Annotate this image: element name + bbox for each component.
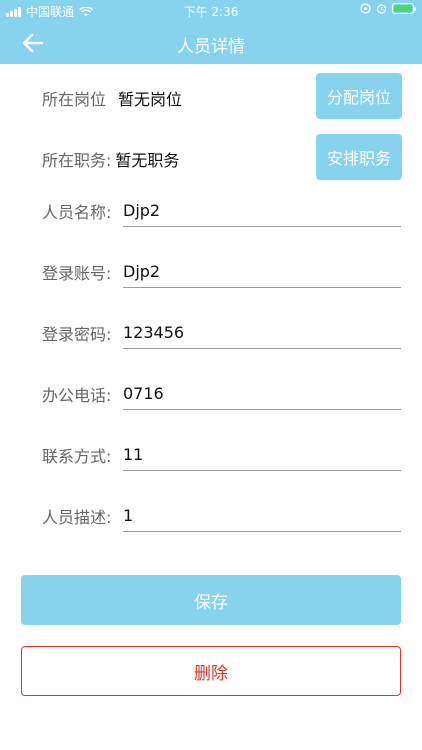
app-header: 中国联通 下午 2:36 人员详情 (0, 0, 422, 64)
alarm-icon (376, 4, 387, 14)
account-label: 登录账号: (42, 264, 112, 283)
name-row: 人员名称: (42, 187, 402, 227)
name-input[interactable] (123, 187, 401, 227)
description-input[interactable] (123, 492, 401, 532)
office-phone-input[interactable] (123, 370, 401, 410)
office-phone-row: 办公电话: (42, 370, 402, 410)
office-phone-label: 办公电话: (42, 386, 112, 405)
account-row: 登录账号: (42, 248, 402, 288)
contact-row: 联系方式: (42, 431, 402, 471)
status-time: 下午 2:36 (183, 5, 239, 19)
account-input[interactable] (123, 248, 401, 288)
name-label: 人员名称: (42, 203, 112, 222)
duty-label: 所在职务: (42, 151, 112, 170)
description-row: 人员描述: (42, 492, 402, 532)
arrange-duty-button[interactable]: 安排职务 (316, 134, 402, 180)
position-label: 所在岗位 (42, 90, 107, 109)
battery-icon (392, 3, 416, 14)
page-title: 人员详情 (177, 37, 245, 57)
contact-label: 联系方式: (42, 447, 112, 466)
rotation-lock-icon (360, 3, 371, 14)
password-label: 登录密码: (42, 325, 112, 344)
status-bar: 中国联通 下午 2:36 (0, 0, 422, 22)
delete-button[interactable]: 删除 (21, 646, 401, 696)
position-row: 所在岗位 暂无岗位 分配岗位 (42, 73, 402, 123)
assign-position-button[interactable]: 分配岗位 (316, 73, 402, 119)
duty-row: 所在职务: 暂无职务 安排职务 (42, 134, 402, 184)
status-bar-right (360, 3, 416, 14)
contact-input[interactable] (123, 431, 401, 471)
password-input[interactable] (123, 309, 401, 349)
password-row: 登录密码: (42, 309, 402, 349)
save-button[interactable]: 保存 (21, 575, 401, 625)
description-label: 人员描述: (42, 508, 112, 527)
